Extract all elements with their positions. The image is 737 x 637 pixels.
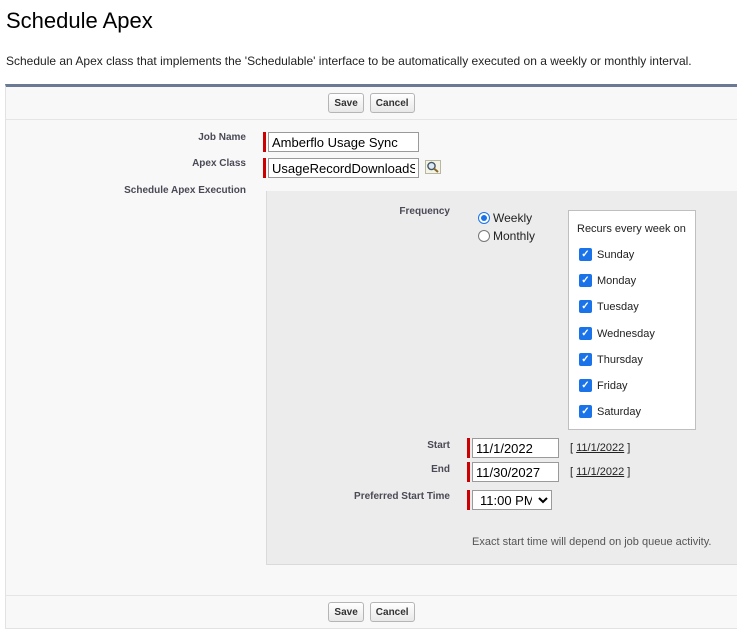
start-date-input[interactable] xyxy=(472,438,559,458)
day-tuesday[interactable]: ✓ Tuesday xyxy=(579,300,639,313)
day-thursday[interactable]: ✓ Thursday xyxy=(579,353,643,366)
end-field-wrapper xyxy=(467,462,559,482)
start-field-wrapper xyxy=(467,438,559,458)
job-name-field-wrapper xyxy=(263,132,419,152)
frequency-monthly-option[interactable]: Monthly xyxy=(478,229,535,243)
saturday-checkbox[interactable]: ✓ xyxy=(579,405,592,418)
day-label: Tuesday xyxy=(597,300,639,313)
schedule-form-panel: Save Cancel Job Name Apex Class Schedule… xyxy=(5,84,737,629)
apex-class-field-wrapper xyxy=(263,158,419,178)
preferred-time-label: Preferred Start Time xyxy=(354,491,450,502)
day-monday[interactable]: ✓ Monday xyxy=(579,274,636,287)
tuesday-checkbox[interactable]: ✓ xyxy=(579,300,592,313)
weekly-radio[interactable] xyxy=(478,212,490,224)
monday-checkbox[interactable]: ✓ xyxy=(579,274,592,287)
preferred-time-wrapper: 11:00 PM xyxy=(467,490,552,510)
day-saturday[interactable]: ✓ Saturday xyxy=(579,405,641,418)
top-button-row: Save Cancel xyxy=(6,87,737,120)
sunday-checkbox[interactable]: ✓ xyxy=(579,248,592,261)
day-label: Thursday xyxy=(597,353,643,366)
frequency-label: Frequency xyxy=(399,206,450,217)
end-today-link[interactable]: [ 11/1/2022 ] xyxy=(570,466,630,478)
weekly-label: Weekly xyxy=(493,211,533,225)
page-description: Schedule an Apex class that implements t… xyxy=(6,54,692,68)
thursday-checkbox[interactable]: ✓ xyxy=(579,353,592,366)
page-title: Schedule Apex xyxy=(6,8,153,33)
start-date-shortcut[interactable]: 11/1/2022 xyxy=(576,442,624,454)
apex-class-label: Apex Class xyxy=(192,158,246,169)
recurs-days-box: Recurs every week on ✓ Sunday ✓ Monday ✓… xyxy=(568,210,696,430)
monthly-label: Monthly xyxy=(493,229,536,243)
cancel-button-top[interactable]: Cancel xyxy=(369,93,415,113)
monthly-radio[interactable] xyxy=(478,230,490,242)
lookup-magnifier-icon[interactable] xyxy=(425,160,441,174)
schedule-execution-box: Frequency Weekly Monthly Recurs every we… xyxy=(266,191,737,565)
end-date-input[interactable] xyxy=(472,462,559,482)
day-label: Friday xyxy=(597,379,628,392)
cancel-button-bottom[interactable]: Cancel xyxy=(369,602,415,622)
save-button-bottom[interactable]: Save xyxy=(328,602,364,622)
day-label: Saturday xyxy=(597,405,642,418)
job-name-input[interactable] xyxy=(268,132,419,152)
start-today-link[interactable]: [ 11/1/2022 ] xyxy=(570,442,630,454)
day-label: Monday xyxy=(597,274,637,287)
save-button-top[interactable]: Save xyxy=(328,93,364,113)
frequency-weekly-option[interactable]: Weekly xyxy=(478,211,532,225)
day-sunday[interactable]: ✓ Sunday xyxy=(579,248,634,261)
start-label: Start xyxy=(427,440,450,451)
preferred-time-select[interactable]: 11:00 PM xyxy=(472,490,552,510)
schedule-execution-label: Schedule Apex Execution xyxy=(124,185,246,196)
day-label: Wednesday xyxy=(597,327,655,340)
day-friday[interactable]: ✓ Friday xyxy=(579,379,628,392)
bottom-button-row: Save Cancel xyxy=(6,595,737,628)
end-date-shortcut[interactable]: 11/1/2022 xyxy=(576,466,624,478)
friday-checkbox[interactable]: ✓ xyxy=(579,379,592,392)
wednesday-checkbox[interactable]: ✓ xyxy=(579,327,592,340)
day-wednesday[interactable]: ✓ Wednesday xyxy=(579,327,655,340)
start-time-hint: Exact start time will depend on job queu… xyxy=(472,536,712,548)
job-name-label: Job Name xyxy=(198,132,246,143)
recurs-label: Recurs every week on xyxy=(577,223,686,235)
apex-class-input[interactable] xyxy=(268,158,419,178)
end-label: End xyxy=(431,464,450,475)
day-label: Sunday xyxy=(597,248,635,261)
